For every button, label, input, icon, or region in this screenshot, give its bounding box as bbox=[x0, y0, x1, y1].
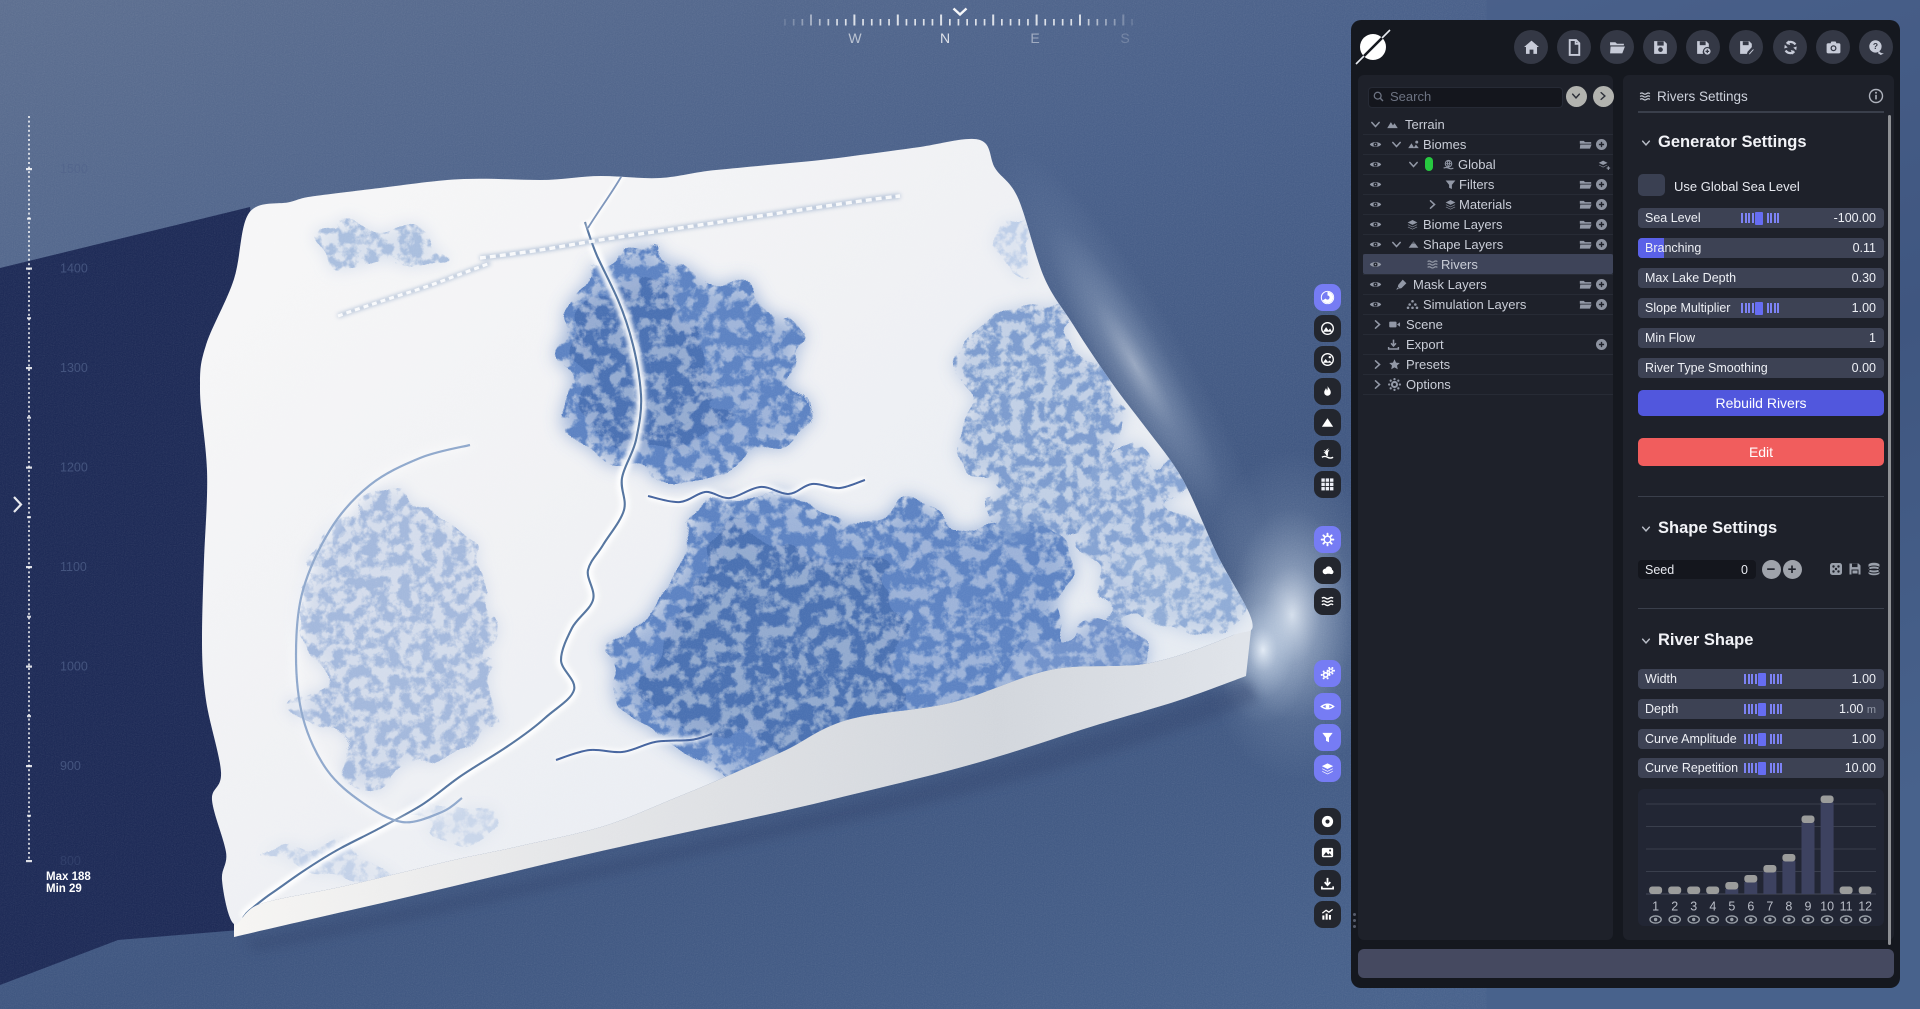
svg-text:2: 2 bbox=[1671, 900, 1678, 914]
svg-text:1400: 1400 bbox=[60, 262, 88, 276]
svg-text:7: 7 bbox=[1766, 900, 1773, 914]
svg-text:1200: 1200 bbox=[60, 461, 88, 475]
svg-text:3: 3 bbox=[1690, 900, 1697, 914]
svg-text:6: 6 bbox=[1747, 900, 1754, 914]
svg-text:1300: 1300 bbox=[60, 361, 88, 375]
svg-text:E: E bbox=[1030, 30, 1039, 46]
svg-text:?: ? bbox=[1872, 41, 1877, 51]
svg-text:W: W bbox=[848, 30, 862, 46]
svg-text:900: 900 bbox=[60, 759, 81, 773]
svg-text:5: 5 bbox=[1728, 900, 1735, 914]
svg-text:8: 8 bbox=[1785, 900, 1792, 914]
svg-text:800: 800 bbox=[60, 854, 81, 868]
svg-text:1100: 1100 bbox=[60, 560, 87, 574]
svg-text:4: 4 bbox=[1709, 900, 1716, 914]
svg-text:N: N bbox=[940, 30, 950, 46]
svg-text:1500: 1500 bbox=[60, 162, 88, 176]
svg-text:Min 29: Min 29 bbox=[46, 883, 82, 895]
svg-text:10: 10 bbox=[1820, 900, 1834, 914]
svg-text:S: S bbox=[1120, 30, 1129, 46]
svg-text:Max 188: Max 188 bbox=[46, 871, 91, 883]
svg-text:12: 12 bbox=[1858, 900, 1872, 914]
svg-text:9: 9 bbox=[1805, 900, 1812, 914]
svg-text:1000: 1000 bbox=[60, 660, 88, 674]
svg-text:1: 1 bbox=[1652, 900, 1659, 914]
svg-text:11: 11 bbox=[1840, 900, 1853, 914]
